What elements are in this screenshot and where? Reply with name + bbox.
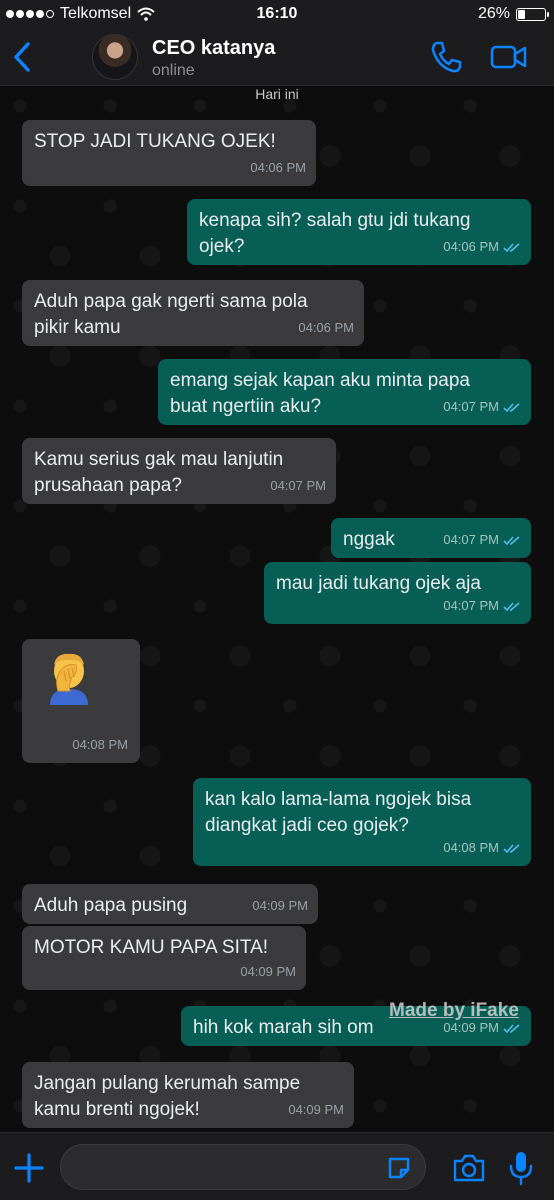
- message-bubble-outgoing[interactable]: kenapa sih? salah gtu jdi tukang ojek? 0…: [187, 199, 531, 265]
- message-bubble-incoming[interactable]: Jangan pulang kerumah sampe kamu brenti …: [22, 1062, 354, 1128]
- chat-area[interactable]: Hari ini STOP JADI TUKANG OJEK! 04:06 PM…: [0, 86, 554, 1132]
- message-bubble-outgoing[interactable]: emang sejak kapan aku minta papa buat ng…: [158, 359, 531, 425]
- battery-percent: 26%: [477, 5, 510, 22]
- message-text: MOTOR KAMU PAPA SITA!: [34, 937, 269, 958]
- video-call-icon[interactable]: [490, 42, 528, 72]
- message-time: 04:08 PM: [443, 840, 499, 855]
- watermark: Made by iFake: [389, 1000, 519, 1021]
- message-time: 04:07 PM: [270, 478, 326, 493]
- message-text: STOP JADI TUKANG OJEK!: [34, 131, 276, 152]
- message-time: 04:09 PM: [240, 964, 296, 979]
- status-right: 26%: [477, 5, 549, 23]
- message-time: 04:06 PM: [443, 239, 499, 254]
- message-time: 04:06 PM: [298, 320, 354, 335]
- message-bubble-incoming[interactable]: 04:08 PM: [22, 639, 140, 763]
- message-bubble-incoming[interactable]: Aduh papa pusing 04:09 PM: [22, 884, 318, 924]
- read-receipt-icon: [503, 843, 520, 853]
- input-bar: [0, 1132, 554, 1200]
- facepalm-emoji-icon: [50, 653, 88, 705]
- contact-name[interactable]: CEO katanya: [152, 37, 275, 60]
- message-text: kan kalo lama-lama ngojek bisa diangkat …: [205, 789, 472, 836]
- message-bubble-outgoing[interactable]: mau jadi tukang ojek aja 04:07 PM: [264, 562, 531, 624]
- contact-avatar[interactable]: [92, 34, 138, 80]
- microphone-icon[interactable]: [508, 1150, 534, 1186]
- message-time: 04:09 PM: [252, 898, 308, 913]
- plus-icon[interactable]: [14, 1153, 44, 1183]
- read-receipt-icon: [503, 535, 520, 545]
- camera-icon[interactable]: [452, 1153, 486, 1183]
- read-receipt-icon: [503, 402, 520, 412]
- message-time: 04:07 PM: [443, 399, 499, 414]
- status-bar: Telkomsel 16:10 26%: [0, 0, 554, 30]
- message-bubble-incoming[interactable]: STOP JADI TUKANG OJEK! 04:06 PM: [22, 120, 316, 186]
- read-receipt-icon: [503, 1023, 520, 1033]
- battery-icon: [516, 7, 549, 21]
- message-time: 04:07 PM: [443, 532, 499, 547]
- back-arrow-icon[interactable]: [10, 40, 36, 74]
- message-bubble-outgoing[interactable]: kan kalo lama-lama ngojek bisa diangkat …: [193, 778, 531, 866]
- phone-call-icon[interactable]: [430, 40, 462, 74]
- contact-status: online: [152, 62, 195, 79]
- message-time: 04:09 PM: [288, 1102, 344, 1117]
- message-bubble-incoming[interactable]: MOTOR KAMU PAPA SITA! 04:09 PM: [22, 926, 306, 990]
- message-bubble-incoming[interactable]: Aduh papa gak ngerti sama pola pikir kam…: [22, 280, 364, 346]
- sticker-icon[interactable]: [386, 1155, 412, 1181]
- date-separator: Hari ini: [255, 86, 299, 102]
- message-input[interactable]: [60, 1144, 426, 1190]
- message-time: 04:08 PM: [72, 737, 128, 752]
- read-receipt-icon: [503, 242, 520, 252]
- message-bubble-incoming[interactable]: Kamu serius gak mau lanjutin prusahaan p…: [22, 438, 336, 504]
- chat-header: CEO katanya online: [0, 30, 554, 86]
- message-time: 04:06 PM: [250, 160, 306, 175]
- read-receipt-icon: [503, 601, 520, 611]
- status-time: 16:10: [256, 5, 298, 22]
- message-bubble-outgoing[interactable]: nggak 04:07 PM: [331, 518, 531, 558]
- message-time: 04:07 PM: [443, 598, 499, 613]
